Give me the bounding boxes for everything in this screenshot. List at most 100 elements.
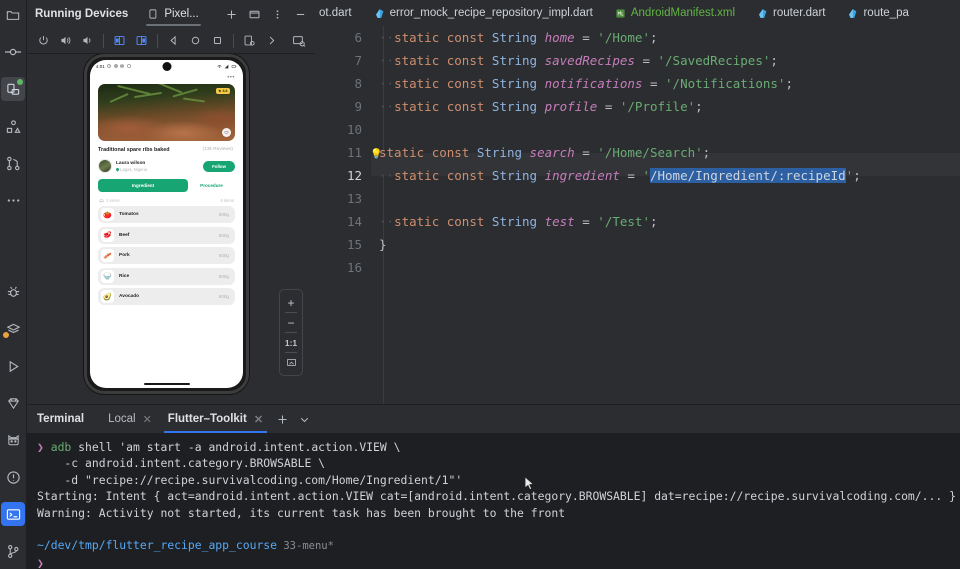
terminal-output[interactable]: ❯ adb shell 'am start -a android.intent.… [27, 433, 960, 569]
tab-router-dart[interactable]: router.dart [746, 0, 836, 26]
list-item[interactable]: 🍚 Rice 500g [98, 267, 235, 285]
volume-up-button[interactable] [55, 30, 76, 51]
code-line[interactable]: ··static const String ingredient = '/Hom… [371, 164, 960, 187]
code-line[interactable]: } [371, 233, 960, 256]
tab-label: error_mock_recipe_repository_impl.dart [389, 7, 593, 19]
code-line[interactable] [371, 118, 960, 141]
more-actions-button[interactable] [261, 30, 282, 51]
cat-icon[interactable] [1, 428, 25, 452]
volume-down-button[interactable] [77, 30, 98, 51]
device-tab-icon [149, 9, 157, 19]
terminal-icon[interactable] [1, 502, 25, 526]
terminal-tab-local[interactable]: Local ✕ [100, 405, 160, 433]
split-window-button[interactable] [243, 3, 265, 25]
serves-label: 1 serve [106, 198, 120, 204]
ingredient-amount: 500g [218, 273, 229, 279]
code-line[interactable]: ··static const String notifications = '/… [371, 72, 960, 95]
device-tab-pixel[interactable]: Pixel... [142, 0, 205, 28]
recipe-tabs: Ingredient Procedure [98, 179, 235, 193]
emulator-zoom-controls: + − 1:1 [279, 289, 303, 376]
code-token: ; [785, 76, 793, 91]
running-devices-panel: Running Devices Pixel... 4:01 ••• ★ 4.6 … [27, 0, 315, 404]
layers-icon[interactable] [1, 317, 25, 341]
favorite-icon[interactable] [222, 128, 231, 137]
back-button[interactable] [163, 30, 184, 51]
more-tool-windows-icon[interactable] [1, 188, 25, 212]
terminal-token: ❯ [37, 440, 51, 454]
code-line[interactable]: ··static const String test = '/Test'; [371, 210, 960, 233]
zoom-out-button[interactable]: − [281, 313, 301, 332]
pull-requests-icon[interactable] [1, 151, 25, 175]
chevron-down-icon[interactable] [293, 408, 315, 430]
device-tab-underline [146, 24, 201, 26]
list-item[interactable]: 🥩 Beef 500g [98, 226, 235, 244]
screenshot-button[interactable] [239, 30, 260, 51]
fit-to-screen-button[interactable] [281, 353, 301, 372]
author-location-label: Lagos, Nigeria [120, 166, 148, 172]
terminal-tab-label: Flutter–Toolkit [167, 413, 247, 425]
structure-icon[interactable] [1, 114, 25, 138]
run-icon[interactable] [1, 354, 25, 378]
code-line[interactable] [371, 187, 960, 210]
zoom-in-button[interactable]: + [281, 293, 301, 312]
code-line[interactable]: ··static const String home = '/Home'; [371, 26, 960, 49]
rotate-left-button[interactable] [109, 30, 130, 51]
line-number-gutter[interactable]: 6 7 8 9 10 11 12 13 14 15 16 [315, 26, 371, 404]
emulator-screen[interactable]: 4:01 ••• ★ 4.6 Traditional spare ribs ba… [90, 60, 243, 388]
ingredient-thumb: 🍚 [101, 269, 114, 283]
terminal-header: Terminal Local ✕ Flutter–Toolkit ✕ [27, 405, 960, 433]
commit-icon[interactable] [1, 40, 25, 64]
code-token: = [574, 30, 598, 45]
tab-route-paths[interactable]: route_pa [836, 0, 919, 26]
tab-bot-dart[interactable]: ot.dart [315, 0, 363, 26]
terminal-tab-flutter-toolkit[interactable]: Flutter–Toolkit ✕ [160, 405, 271, 433]
ingredient-thumb: 🥑 [101, 290, 114, 304]
list-item[interactable]: 🍅 Tomatos 500g [98, 206, 235, 224]
dart-icon [849, 8, 857, 18]
overview-button[interactable] [207, 30, 228, 51]
code-token: const [446, 76, 485, 91]
code-token: ·· [379, 53, 395, 68]
close-icon[interactable]: ✕ [143, 413, 152, 426]
new-terminal-button[interactable] [271, 408, 293, 430]
actual-size-button[interactable]: 1:1 [281, 333, 301, 352]
project-folder-icon[interactable] [1, 3, 25, 27]
emulator-device-frame[interactable]: 4:01 ••• ★ 4.6 Traditional spare ribs ba… [84, 54, 249, 394]
intention-bulb-icon[interactable]: 💡 [370, 143, 382, 166]
code-area[interactable]: 6 7 8 9 10 11 12 13 14 15 16 ··static const String… [315, 26, 960, 404]
close-icon[interactable]: ✕ [254, 413, 263, 426]
code-line[interactable] [371, 256, 960, 279]
code-line[interactable]: ··static const String profile = '/Profil… [371, 95, 960, 118]
follow-button[interactable]: Follow [203, 160, 235, 172]
tab-android-manifest[interactable]: AndroidManifest.xml [604, 0, 746, 26]
rotate-right-button[interactable] [131, 30, 152, 51]
tab-procedure[interactable]: Procedure [188, 183, 235, 188]
hide-button[interactable] [289, 3, 311, 25]
terminal-line: ❯ [37, 555, 950, 569]
debug-icon[interactable] [1, 280, 25, 304]
code-token: static [394, 30, 440, 45]
list-item[interactable]: 🥓 Pork 500g [98, 247, 235, 265]
device-settings-button[interactable] [288, 30, 309, 51]
code-text[interactable]: ··static const String home = '/Home'; ··s… [370, 26, 960, 404]
code-token: ; [649, 214, 658, 229]
signal-icon [224, 64, 229, 68]
code-line[interactable]: 💡static const String search = '/Home/Sea… [370, 141, 960, 166]
add-device-button[interactable] [220, 3, 242, 25]
code-line[interactable]: ··static const String savedRecipes = '/S… [371, 49, 960, 72]
home-button[interactable] [185, 30, 206, 51]
version-control-icon[interactable] [1, 539, 25, 563]
tab-ingredient[interactable]: Ingredient [98, 179, 188, 193]
running-devices-icon[interactable] [1, 77, 25, 101]
overflow-menu-icon[interactable]: ••• [227, 75, 235, 81]
list-item[interactable]: 🥑 Avocado 500g [98, 288, 235, 306]
problems-icon[interactable] [1, 465, 25, 489]
tab-error-mock-recipe-repository-impl[interactable]: error_mock_recipe_repository_impl.dart [363, 0, 604, 26]
flutter-diamond-icon[interactable] [1, 391, 25, 415]
options-button[interactable] [266, 3, 288, 25]
ingredient-name: Beef [119, 232, 130, 238]
power-button[interactable] [33, 30, 54, 51]
terminal-token: Starting: Intent { act=android.intent.ac… [37, 489, 956, 504]
